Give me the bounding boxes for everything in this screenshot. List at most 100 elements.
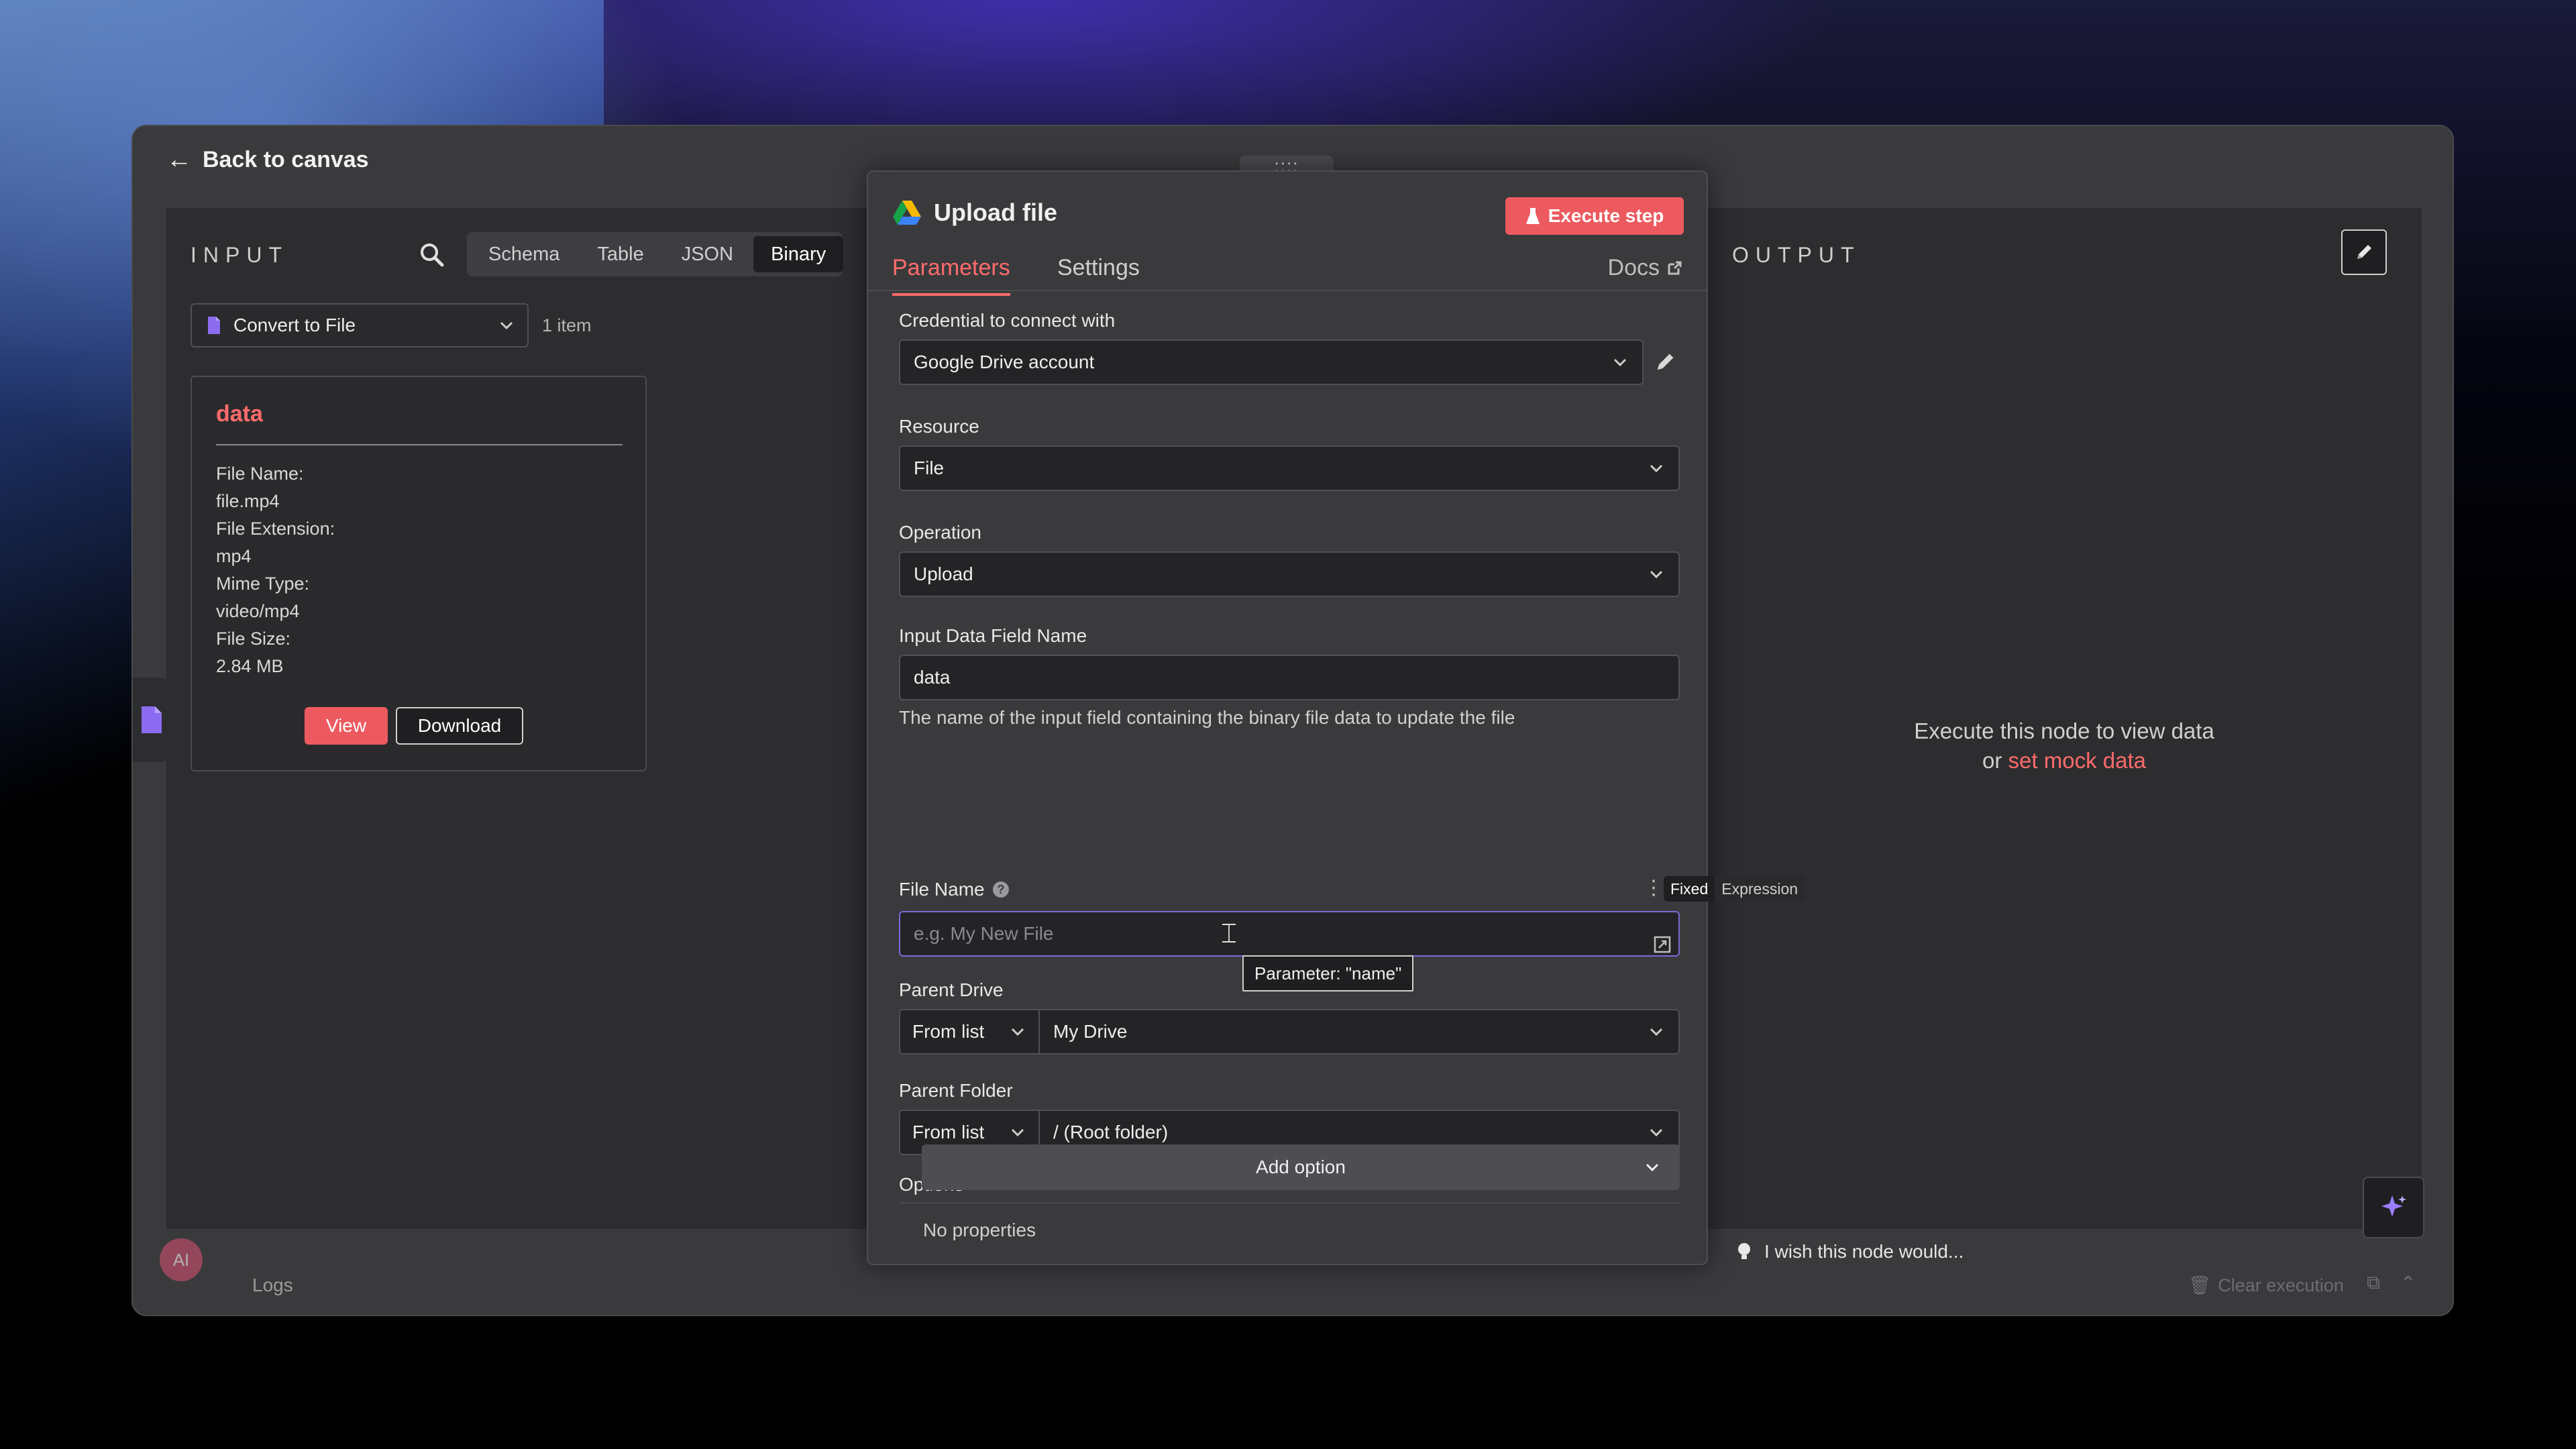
file-node-icon[interactable]	[133, 678, 170, 762]
logs-toggle[interactable]: Logs	[252, 1275, 293, 1296]
credential-select[interactable]: Google Drive account	[899, 339, 1644, 385]
chevron-down-icon	[1648, 460, 1665, 477]
download-button[interactable]: Download	[396, 707, 523, 745]
add-option-label: Add option	[1256, 1157, 1346, 1177]
output-empty-message: Execute this node to view data	[1914, 718, 2214, 743]
parent-drive-field: From list My Drive	[899, 1009, 1680, 1055]
parent-drive-label: Parent Drive	[899, 979, 1004, 1000]
chevron-down-icon	[1644, 1159, 1661, 1176]
clear-execution-button[interactable]: 🗑 Clear execution	[2188, 1275, 2344, 1296]
fixed-expression-toggle: Fixed Expression	[1664, 876, 1805, 902]
chevron-down-icon	[1648, 566, 1665, 583]
field-label: Mime Type:	[216, 574, 310, 594]
output-or-label: or	[1982, 748, 2002, 773]
resource-value: File	[914, 458, 945, 478]
binary-metadata: File Name: file.mp4 File Extension: mp4 …	[216, 460, 335, 680]
binary-data-card: data File Name: file.mp4 File Extension:…	[191, 376, 647, 771]
parameter-tooltip: Parameter: "name"	[1242, 955, 1414, 991]
fixed-toggle[interactable]: Fixed	[1664, 876, 1715, 902]
input-panel-title: INPUT	[191, 243, 288, 267]
arrow-left-icon: ←	[166, 145, 192, 174]
parent-drive-value: My Drive	[1053, 1021, 1128, 1042]
docs-link[interactable]: Docs	[1608, 255, 1682, 281]
input-field-value: data	[914, 667, 951, 688]
binary-property-name: data	[216, 401, 263, 427]
card-divider	[216, 444, 623, 445]
node-details-modal: ← Back to canvas :::: INPUT Schema Table…	[131, 125, 2454, 1316]
node-header: Upload file	[892, 199, 1057, 227]
parent-drive-select[interactable]: My Drive	[1040, 1009, 1680, 1055]
chevron-down-icon	[1648, 1124, 1665, 1141]
options-divider	[899, 1202, 1680, 1203]
operation-value: Upload	[914, 564, 973, 584]
output-empty-state: Execute this node to view data or set mo…	[1707, 716, 2422, 775]
parent-folder-value: / (Root folder)	[1053, 1122, 1169, 1142]
credential-value: Google Drive account	[914, 352, 1095, 372]
chevron-down-icon	[1009, 1124, 1026, 1141]
docs-label: Docs	[1607, 255, 1660, 280]
external-link-icon	[1666, 260, 1682, 276]
expand-icon[interactable]	[1653, 935, 1672, 954]
trash-icon: 🗑	[2188, 1275, 2212, 1295]
file-name-input[interactable]: e.g. My New File	[899, 911, 1680, 957]
resource-select[interactable]: File	[899, 445, 1680, 491]
execute-step-button[interactable]: Execute step	[1505, 197, 1684, 235]
search-icon[interactable]	[419, 241, 445, 268]
field-value: 2.84 MB	[216, 656, 284, 676]
chevron-down-icon	[1009, 1023, 1026, 1040]
svg-text:?: ?	[997, 883, 1004, 896]
output-panel: OUTPUT Execute this node to view data or…	[1707, 208, 2422, 1229]
tab-parameters[interactable]: Parameters	[892, 255, 1010, 296]
field-value: file.mp4	[216, 491, 280, 511]
parent-drive-mode-select[interactable]: From list	[899, 1009, 1040, 1055]
node-parameters-panel: Upload file Execute step Parameters Sett…	[867, 170, 1805, 1265]
feedback-prompt[interactable]: I wish this node would...	[1736, 1241, 1964, 1263]
field-label: File Name:	[216, 464, 304, 484]
tab-settings[interactable]: Settings	[1057, 255, 1140, 281]
parent-drive-mode: From list	[912, 1021, 985, 1042]
chevron-down-icon	[1611, 354, 1629, 371]
view-button[interactable]: View	[305, 707, 388, 745]
ai-assistant-button[interactable]	[2363, 1177, 2424, 1238]
pencil-icon[interactable]	[2341, 229, 2387, 275]
add-option-button[interactable]: Add option	[922, 1144, 1680, 1190]
parent-folder-mode: From list	[912, 1122, 985, 1142]
tab-schema[interactable]: Schema	[471, 236, 577, 272]
file-name-label: File Name	[899, 879, 985, 900]
input-node-name: Convert to File	[233, 315, 356, 335]
chevron-up-icon[interactable]: ⌃	[2400, 1272, 2416, 1294]
node-tabs: Parameters Settings Docs	[868, 243, 1707, 296]
pencil-icon[interactable]	[1653, 350, 1680, 377]
popout-icon[interactable]: ⧉	[2367, 1272, 2380, 1294]
help-icon[interactable]: ?	[991, 880, 1010, 899]
credential-label: Credential to connect with	[899, 310, 1116, 331]
tab-binary[interactable]: Binary	[753, 236, 844, 272]
flask-icon	[1525, 207, 1540, 225]
avatar[interactable]: AI	[160, 1238, 203, 1281]
operation-select[interactable]: Upload	[899, 551, 1680, 597]
no-properties-text: No properties	[923, 1220, 1036, 1240]
feedback-prompt-label: I wish this node would...	[1764, 1241, 1964, 1262]
file-name-placeholder: e.g. My New File	[914, 923, 1054, 944]
parent-folder-label: Parent Folder	[899, 1080, 1013, 1101]
field-label: File Extension:	[216, 519, 335, 539]
set-mock-data-link[interactable]: set mock data	[2008, 748, 2146, 773]
google-drive-icon	[892, 199, 922, 226]
input-node-select[interactable]: Convert to File	[191, 303, 529, 347]
expression-toggle[interactable]: Expression	[1715, 876, 1805, 902]
tab-json[interactable]: JSON	[664, 236, 751, 272]
input-field-name-input[interactable]: data	[899, 655, 1680, 700]
file-node-icon	[204, 315, 224, 335]
back-to-canvas-label: Back to canvas	[203, 146, 369, 172]
operation-label: Operation	[899, 522, 981, 543]
more-options-icon[interactable]: ⋮	[1644, 876, 1664, 900]
field-value: mp4	[216, 546, 252, 566]
view-mode-tabs: Schema Table JSON Binary	[467, 232, 844, 276]
input-field-hint: The name of the input field containing t…	[899, 707, 1515, 728]
clear-execution-label: Clear execution	[2218, 1275, 2344, 1295]
tab-table[interactable]: Table	[580, 236, 661, 272]
back-to-canvas-button[interactable]: ← Back to canvas	[166, 141, 369, 178]
field-label: File Size:	[216, 629, 291, 649]
node-title[interactable]: Upload file	[934, 199, 1057, 227]
field-value: video/mp4	[216, 601, 300, 621]
